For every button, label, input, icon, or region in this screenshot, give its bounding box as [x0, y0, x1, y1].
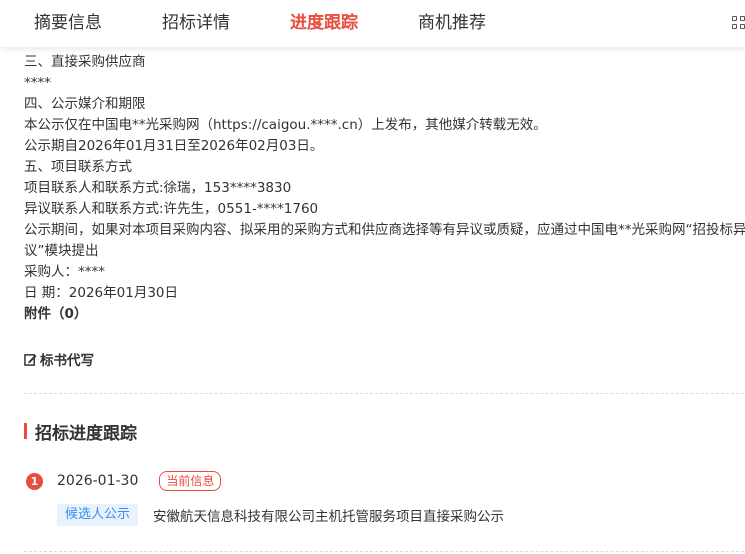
content-line: 公示期自2026年01月31日至2026年02月03日。 — [24, 138, 324, 154]
attachments-label: 附件（0） — [24, 306, 88, 322]
current-info-badge: 当前信息 — [159, 471, 222, 491]
tab-bar: 摘要信息 招标详情 进度跟踪 商机推荐 — [0, 0, 745, 47]
content-line: 项目联系人和联系方式:徐瑞，153****3830 — [24, 180, 292, 196]
content-line: 三、直接采购供应商 — [24, 54, 146, 70]
divider — [24, 393, 745, 394]
section-accent-bar — [24, 423, 27, 439]
tab-recommendations[interactable]: 商机推荐 — [418, 0, 486, 47]
content-line: 议”模块提出 — [24, 243, 99, 259]
content-line: 日 期：2026年01月30日 — [24, 285, 179, 301]
progress-section-title: 招标进度跟踪 — [35, 423, 137, 444]
tab-progress[interactable]: 进度跟踪 — [290, 0, 358, 47]
tab-summary[interactable]: 摘要信息 — [34, 0, 102, 47]
progress-section-header: 招标进度跟踪 — [24, 420, 137, 444]
doc-write-label: 标书代写 — [40, 353, 94, 369]
divider — [24, 551, 745, 552]
grid-icon[interactable] — [732, 16, 745, 30]
content-line: 公示期间，如果对本项目采购内容、拟采用的采购方式和供应商选择等有异议或质疑，应通… — [24, 222, 745, 238]
timeline-item-link[interactable]: 安徽航天信息科技有限公司主机托管服务项目直接采购公示 — [153, 505, 504, 525]
content-line: 异议联系人和联系方式:许先生，0551-****1760 — [24, 201, 319, 217]
notice-content: 本项目为非依法必须进行招标项目，且有效供应商有且仅有1家。 三、直接采购供应商 … — [24, 31, 745, 325]
content-line: 本公示仅在中国电**光采购网（https://caigou.****.cn）上发… — [24, 117, 547, 133]
tab-details[interactable]: 招标详情 — [162, 0, 230, 47]
timeline-item-header: 1 2026-01-30 当前信息 — [26, 470, 745, 492]
content-line: **** — [24, 75, 51, 91]
content-line: 五、项目联系方式 — [24, 159, 132, 175]
edit-icon — [24, 353, 37, 366]
stage-tag: 候选人公示 — [57, 504, 139, 526]
doc-write-link[interactable]: 标书代写 — [24, 349, 94, 369]
timeline-index-badge: 1 — [26, 472, 43, 490]
timeline-date: 2026-01-30 — [57, 473, 139, 489]
progress-timeline: 1 2026-01-30 当前信息 候选人公示 安徽航天信息科技有限公司主机托管… — [26, 470, 745, 526]
content-line: 四、公示媒介和期限 — [24, 96, 146, 112]
content-line: 采购人：**** — [24, 264, 105, 280]
timeline-item-body: 候选人公示 安徽航天信息科技有限公司主机托管服务项目直接采购公示 — [57, 504, 745, 526]
